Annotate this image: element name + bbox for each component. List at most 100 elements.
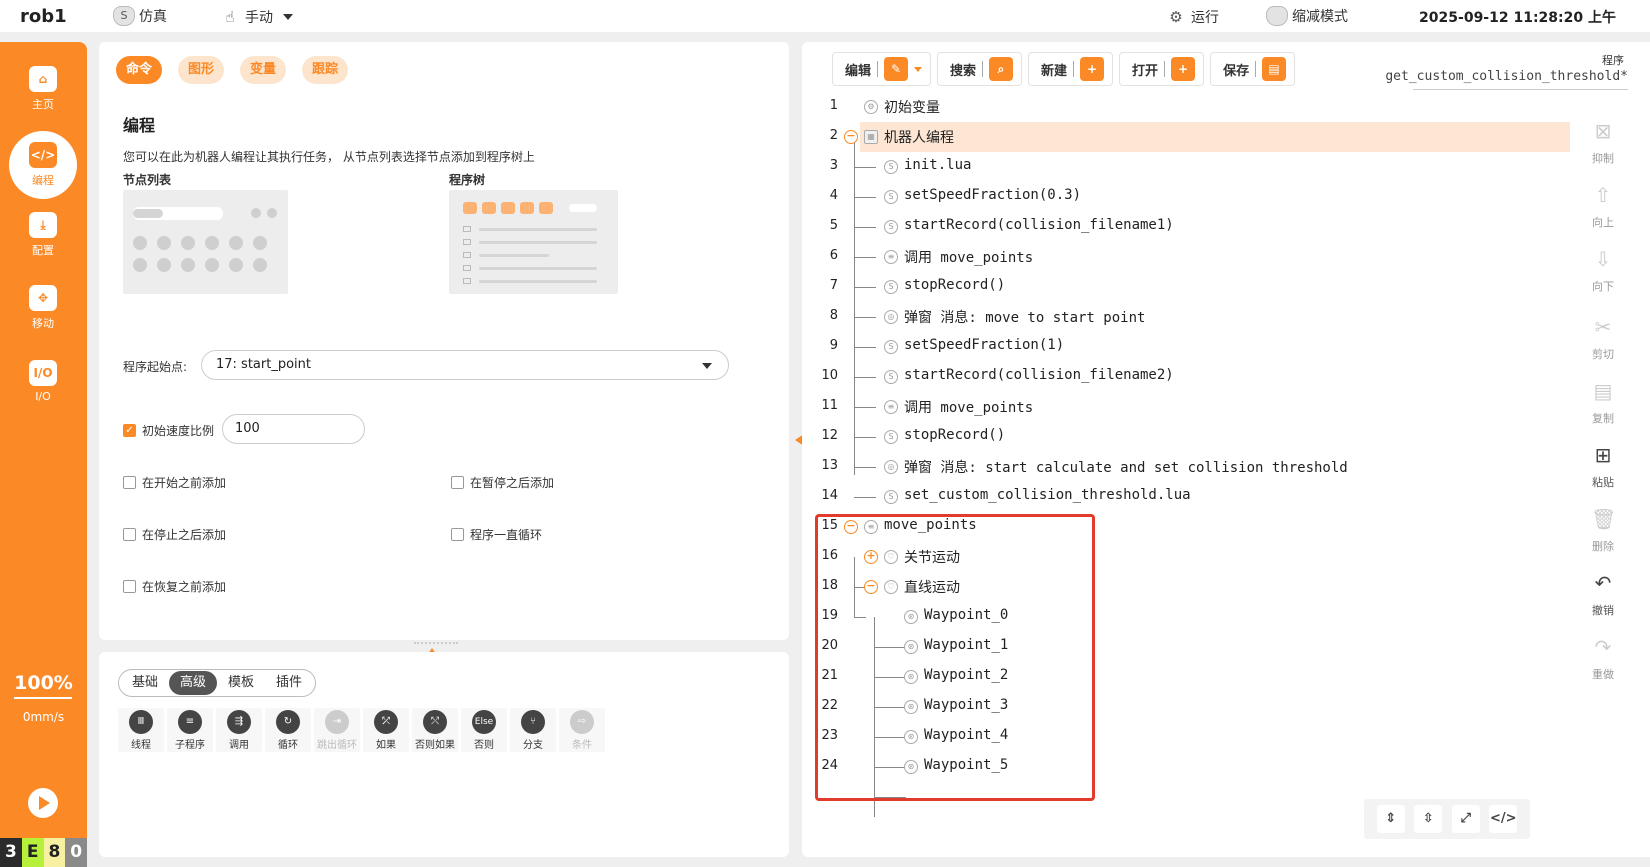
node-label: 机器人编程 [884,130,954,146]
code-view-icon[interactable]: </> [1489,805,1518,833]
else-node[interactable]: Else 否则 [461,708,507,752]
condition-node[interactable]: ⇨ 条件 [559,708,605,752]
trash-icon: 🗑 [1591,507,1617,531]
new-button[interactable]: 新建 + [1028,52,1114,86]
simulation-mode[interactable]: S 仿真 [113,6,167,26]
call-node[interactable]: ⇶ 调用 [216,708,262,752]
checkbox[interactable] [451,528,464,541]
node-label: 弹窗 消息: start calculate and set collision… [904,460,1348,476]
checkbox[interactable] [123,528,136,541]
resize-handle[interactable] [414,642,458,644]
move-up-button[interactable]: ⇧ 向上 [1578,184,1628,230]
reduced-mode[interactable]: 缩减模式 [1266,6,1348,26]
checkbox[interactable] [123,476,136,489]
action-label: 向下 [1592,280,1614,293]
sidebar-item-home[interactable]: ⌂ 主页 [8,56,78,122]
option-after-pause[interactable]: 在暂停之后添加 [451,474,554,491]
tab-command[interactable]: 命令 [116,56,163,84]
fullscreen-icon[interactable]: ⤢ [1451,805,1480,833]
tree-row[interactable]: 2 − ▦ 机器人编程 [802,122,1570,152]
tree-row[interactable]: 3 S init.lua [802,152,1562,182]
play-button[interactable] [28,788,58,818]
tab-trace[interactable]: 跟踪 [302,56,349,84]
tree-row[interactable]: 11 ≡ 调用 move_points [802,392,1562,422]
pencil-icon: ✎ [884,57,909,81]
tab-basic[interactable]: 基础 [121,671,169,695]
init-speed-checkbox[interactable]: ✓ [123,424,136,437]
search-button[interactable]: 搜索 ⌕ [937,52,1023,86]
option-loop-forever[interactable]: 程序一直循环 [451,526,542,543]
status-cell: E [21,838,44,867]
tab-variables[interactable]: 变量 [240,56,287,84]
tree-row[interactable]: 7 S stopRecord() [802,272,1562,302]
control-mode-dropdown[interactable]: ☝ 手动 [219,6,293,28]
sidebar-item-move[interactable]: ✥ 移动 [8,275,78,341]
tab-advanced[interactable]: 高级 [169,671,218,695]
tree-row[interactable]: 12 S stopRecord() [802,422,1562,452]
suppress-button[interactable]: ⊠ 抑制 [1578,120,1628,166]
move-down-button[interactable]: ⇩ 向下 [1578,248,1628,294]
save-button[interactable]: 保存 ▤ [1210,52,1296,86]
button-label: 新建 [1041,63,1068,79]
option-label: 在恢复之前添加 [142,580,227,594]
option-before-resume[interactable]: 在恢复之前添加 [123,578,226,595]
if-node[interactable]: ⤱ 如果 [363,708,409,752]
line-number: 13 [821,458,838,473]
section-title: 编程 [123,116,156,135]
tree-row[interactable]: 14 S set_custom_collision_threshold.lua [802,482,1562,512]
tree-row[interactable]: 10 S startRecord(collision_filename2) [802,362,1562,392]
option-after-stop[interactable]: 在停止之后添加 [123,526,226,543]
copy-button[interactable]: ▤ 复制 [1578,380,1628,426]
collapse-icon[interactable]: − [844,130,858,144]
tree-row[interactable]: 9 S setSpeedFraction(1) [802,332,1562,362]
undo-button[interactable]: ↶ 撤销 [1578,572,1628,618]
option-before-start[interactable]: 在开始之前添加 [123,474,226,491]
tree-row[interactable]: 5 S startRecord(collision_filename1) [802,212,1562,242]
tree-row[interactable]: 4 S setSpeedFraction(0.3) [802,182,1562,212]
tab-template[interactable]: 模板 [217,671,265,695]
option-label: 在暂停之后添加 [470,476,555,490]
cut-button[interactable]: ✂ 剪切 [1578,316,1628,362]
run-status[interactable]: ⚙ 运行 [1165,6,1219,28]
tree-row[interactable]: 6 ≡ 调用 move_points [802,242,1562,272]
thread-node[interactable]: Ⅲ 线程 [118,708,164,752]
open-button[interactable]: 打开 + [1119,52,1205,86]
elseif-icon: ⤲ [423,709,447,734]
sidebar-item-config[interactable]: ⤓ 配置 [8,202,78,268]
tab-graphics[interactable]: 图形 [178,56,225,84]
run-label: 运行 [1191,10,1219,26]
delete-button[interactable]: 🗑 删除 [1578,508,1628,554]
speed-percent[interactable]: 100% [0,672,87,694]
switch-node[interactable]: ⑂ 分支 [510,708,556,752]
sidebar-item-program[interactable]: </> 编程 [9,131,77,199]
init-speed-option[interactable]: ✓ 初始速度比例 [123,422,214,439]
button-label: 打开 [1132,63,1159,79]
init-speed-input[interactable]: 100 [222,414,365,444]
tab-plugin[interactable]: 插件 [265,671,313,695]
checkbox[interactable] [451,476,464,489]
checkbox[interactable] [123,580,136,593]
start-point-select[interactable]: 17: start_point [201,350,729,380]
edit-button[interactable]: 编辑 ✎ [832,52,932,86]
loop-node[interactable]: ↻ 循环 [265,708,311,752]
subprogram-node[interactable]: ≡ 子程序 [167,708,213,752]
collapse-all-icon[interactable]: ⇳ [1414,805,1443,833]
node-label: startRecord(collision_filename1) [904,217,1174,233]
sidebar-item-io[interactable]: I/O I/O [8,348,78,414]
break-node[interactable]: ⇥ 跳出循环 [314,708,360,752]
script-icon: S [884,490,898,504]
tool-label: 子程序 [175,739,205,751]
node-palette-panel: 基础 高级 模板 插件 Ⅲ 线程 ≡ 子程序 ⇶ 调用 ↻ 循环 ⇥ 跳出循环 ⤱ 如果 ⤲… [99,652,789,857]
line-number: 10 [821,368,838,383]
paste-button[interactable]: ⊞ 粘贴 [1578,444,1628,490]
selection-highlight [860,122,1570,152]
call-icon: ≡ [884,400,898,414]
line-number: 14 [821,488,838,503]
tree-row[interactable]: 1 ⚙ 初始变量 [802,92,1562,122]
expand-all-icon[interactable]: ⇕ [1376,805,1405,833]
tree-row[interactable]: 8 ◎ 弹窗 消息: move to start point [802,302,1562,332]
sidebar-item-label: 编程 [32,174,54,187]
elseif-node[interactable]: ⤲ 否则如果 [412,708,458,752]
redo-button[interactable]: ↷ 重做 [1578,636,1628,682]
tree-row[interactable]: 13 ◎ 弹窗 消息: start calculate and set coll… [802,452,1562,482]
